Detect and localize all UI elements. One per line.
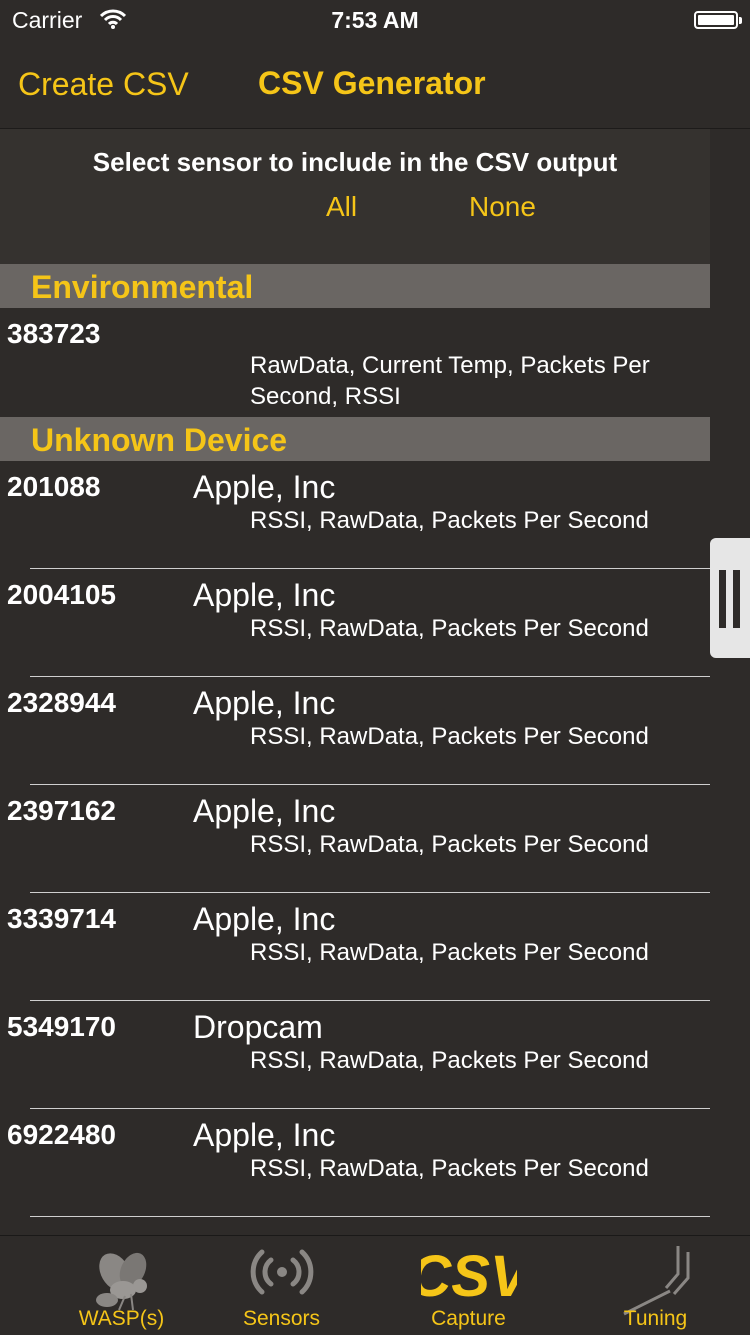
svg-text:CSV: CSV: [421, 1244, 517, 1306]
sensor-vendor: Apple, Inc: [193, 469, 336, 505]
list-item[interactable]: 2004105 Apple, Inc RSSI, RawData, Packet…: [0, 569, 710, 677]
section-header-unknown-device: Unknown Device: [0, 417, 710, 461]
grip-icon: [719, 570, 726, 628]
sensor-fields: RSSI, RawData, Packets Per Second: [250, 1155, 649, 1182]
list-item[interactable]: 6922480 Apple, Inc RSSI, RawData, Packet…: [0, 1109, 710, 1217]
sensor-list[interactable]: Select sensor to include in the CSV outp…: [0, 129, 710, 1235]
scroll-handle[interactable]: [710, 538, 750, 658]
list-item[interactable]: 5349170 Dropcam RSSI, RawData, Packets P…: [0, 1001, 710, 1109]
sensor-fields: RSSI, RawData, Packets Per Second: [250, 1047, 649, 1074]
list-item[interactable]: 201088 Apple, Inc RSSI, RawData, Packets…: [0, 461, 710, 569]
csv-icon: CSV: [409, 1244, 533, 1311]
navigation-bar: Create CSV CSV Generator: [0, 40, 750, 129]
sensor-id: 2397162: [7, 795, 117, 826]
tab-tuning[interactable]: Tuning: [562, 1236, 749, 1335]
sensor-vendor: Apple, Inc: [193, 793, 336, 829]
sensor-id: 5349170: [7, 1011, 117, 1042]
sensor-fields: RSSI, RawData, Packets Per Second: [250, 615, 649, 642]
sensor-id: 383723: [7, 318, 101, 349]
tab-label: Tuning: [623, 1307, 688, 1330]
sensor-vendor: Apple, Inc: [193, 685, 336, 721]
list-item[interactable]: 3339714 Apple, Inc RSSI, RawData, Packet…: [0, 893, 710, 1001]
tab-label: WASP(s): [78, 1307, 165, 1330]
sensor-id: 3339714: [7, 903, 117, 934]
sensor-fields: RSSI, RawData, Packets Per Second: [250, 831, 649, 858]
select-none-button[interactable]: None: [469, 191, 536, 223]
sensor-fields: RSSI, RawData, Packets Per Second: [250, 507, 649, 534]
back-button[interactable]: Create CSV: [18, 66, 189, 103]
section-header-environmental: Environmental: [0, 264, 710, 308]
clock: 7:53 AM: [331, 7, 419, 33]
list-item[interactable]: 383723 RawData, Current Temp, Packets Pe…: [0, 308, 710, 417]
sensor-vendor: Dropcam: [193, 1009, 323, 1045]
sensor-id: 201088: [7, 471, 101, 502]
grip-icon: [733, 570, 740, 628]
list-item[interactable]: 2328944 Apple, Inc RSSI, RawData, Packet…: [0, 677, 710, 785]
sensor-id: 2328944: [7, 687, 117, 718]
list-item[interactable]: 2397162 Apple, Inc RSSI, RawData, Packet…: [0, 785, 710, 893]
sensor-vendor: Apple, Inc: [193, 1117, 336, 1153]
instruction-text: Select sensor to include in the CSV outp…: [92, 147, 618, 177]
sensor-fields: RawData, Current Temp, Packets Per Secon…: [250, 352, 650, 410]
tab-capture[interactable]: CSV Capture: [375, 1236, 562, 1335]
sensor-id: 2004105: [7, 579, 117, 610]
tab-label: Sensors: [242, 1307, 321, 1330]
tab-label: Capture: [431, 1307, 506, 1330]
select-all-button[interactable]: All: [326, 191, 357, 223]
battery-icon: [694, 11, 742, 29]
tab-wasps[interactable]: WASP(s): [28, 1236, 215, 1335]
sensor-fields: RSSI, RawData, Packets Per Second: [250, 939, 649, 966]
tab-bar: WASP(s) Sensors CSV Capture: [0, 1235, 750, 1335]
selection-header: Select sensor to include in the CSV outp…: [0, 129, 710, 264]
section-title: Unknown Device: [31, 422, 288, 458]
row-divider: [30, 1216, 710, 1217]
signal-icon: [247, 1244, 317, 1309]
tab-sensors[interactable]: Sensors: [188, 1236, 375, 1335]
sensor-fields: RSSI, RawData, Packets Per Second: [250, 723, 649, 750]
section-title: Environmental: [31, 269, 254, 305]
sensor-vendor: Apple, Inc: [193, 577, 336, 613]
sensor-vendor: Apple, Inc: [193, 901, 336, 937]
status-bar: Carrier 7:53 AM: [0, 0, 750, 40]
page-title: CSV Generator: [258, 65, 486, 101]
sensor-id: 6922480: [7, 1119, 117, 1150]
